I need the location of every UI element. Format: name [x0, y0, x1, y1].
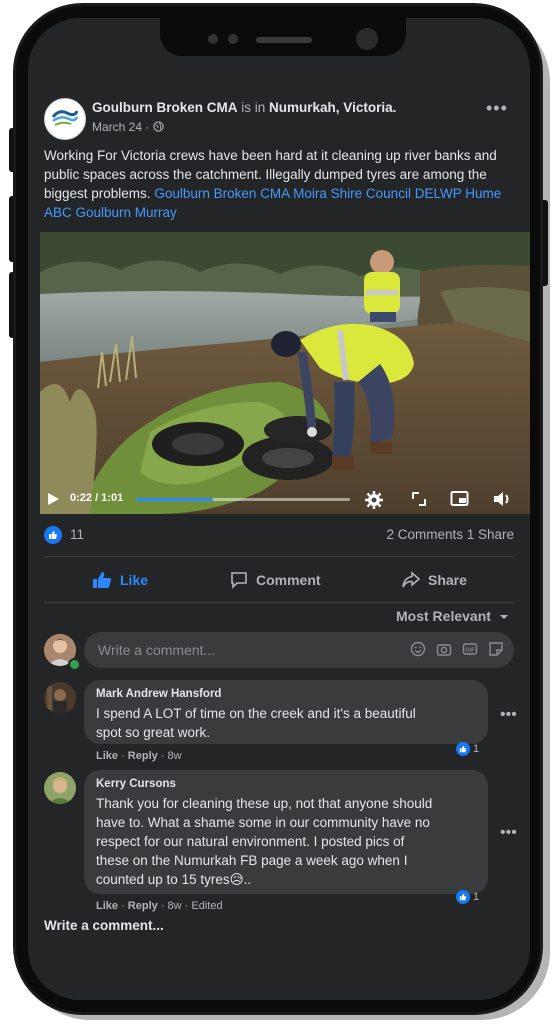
screen: Goulburn Broken CMA is in Numurkah, Vict…	[28, 18, 530, 1000]
write-comment-input[interactable]: Write a comment... GIF	[84, 632, 514, 668]
sticker-icon[interactable]	[488, 641, 504, 657]
comment-reply-link[interactable]: Reply	[128, 750, 158, 762]
globe-icon	[153, 121, 164, 132]
is-in-text: is in	[241, 100, 266, 115]
comment-bubble: Kerry Cursons Thank you for cleaning the…	[84, 770, 488, 894]
comment-reaction[interactable]: 1	[456, 890, 479, 904]
earpiece-speaker	[256, 37, 312, 43]
like-reaction-icon	[456, 890, 470, 904]
comment-like-link[interactable]: Like	[96, 750, 118, 762]
share-button[interactable]: Share	[402, 566, 467, 594]
volume-icon[interactable]	[492, 490, 512, 508]
divider	[44, 556, 514, 557]
like-count[interactable]: 11	[70, 527, 84, 542]
divider	[44, 602, 514, 603]
page-name[interactable]: Goulburn Broken CMA	[92, 100, 238, 115]
front-camera	[356, 28, 378, 50]
post-text: Working For Victoria crews have been har…	[44, 146, 512, 222]
comment-meta: Like · Reply · 8w	[96, 750, 182, 762]
reaction-count: 1	[473, 743, 480, 755]
online-status-dot	[68, 658, 81, 671]
comment-line: I spend A LOT of time on the creek and i…	[96, 706, 416, 721]
write-comment-placeholder: Write a comment...	[98, 642, 216, 658]
sort-label: Most Relevant	[396, 608, 491, 624]
comment-time[interactable]: · 8w	[161, 750, 182, 762]
picture-in-picture-icon[interactable]	[450, 490, 470, 508]
video-frame	[40, 232, 530, 514]
write-comment-link[interactable]: Write a comment...	[44, 918, 164, 933]
video-player[interactable]: 0:22 / 1:01	[40, 232, 530, 514]
like-reaction-icon[interactable]	[44, 526, 62, 544]
video-controls: 0:22 / 1:01	[40, 484, 530, 514]
like-reaction-icon	[456, 742, 470, 756]
comment-line: these on the Numurkah FB page a week ago…	[96, 853, 408, 868]
date-text[interactable]: March 24 ·	[92, 120, 149, 134]
phone-notch	[160, 18, 406, 56]
comments-shares-count[interactable]: 2 Comments 1 Share	[386, 527, 514, 542]
commenter-avatar[interactable]	[44, 772, 76, 804]
fullscreen-icon[interactable]	[410, 490, 428, 508]
reaction-count: 1	[473, 891, 480, 903]
commenter-name[interactable]: Mark Andrew Hansford	[96, 688, 221, 700]
like-button[interactable]: Like	[92, 566, 148, 594]
play-icon[interactable]	[46, 492, 60, 506]
comment-text: I spend A LOT of time on the creek and i…	[96, 704, 416, 742]
comment-bubble-icon	[231, 572, 247, 589]
comment-line: have to. What a shame some in our commun…	[96, 815, 430, 830]
comment-line: Thank you for cleaning these up, not tha…	[96, 796, 433, 811]
sensor-dot	[208, 34, 218, 44]
comment-label: Comment	[256, 572, 321, 588]
comment-more-icon[interactable]: •••	[500, 824, 517, 842]
gif-icon[interactable]: GIF	[462, 641, 478, 657]
commenter-avatar[interactable]	[44, 682, 76, 714]
commenter-name[interactable]: Kerry Cursons	[96, 778, 176, 790]
page-location-line: Goulburn Broken CMA is in Numurkah, Vict…	[92, 100, 396, 115]
thumbs-up-icon	[93, 572, 112, 588]
comment-reply-link[interactable]: Reply	[128, 900, 158, 912]
sensor-dot	[228, 34, 238, 44]
camera-icon[interactable]	[436, 641, 452, 657]
comment-line: counted up to 15 tyres😥..	[96, 872, 252, 887]
sort-comments-dropdown[interactable]: Most Relevant	[396, 608, 509, 624]
settings-gear-icon[interactable]	[364, 490, 384, 510]
video-time: 0:22 / 1:01	[70, 492, 124, 504]
post-header: Goulburn Broken CMA is in Numurkah, Vict…	[44, 96, 514, 140]
like-label: Like	[120, 572, 149, 588]
video-progress-bar[interactable]	[136, 498, 350, 501]
comment-more-icon[interactable]: •••	[500, 706, 517, 724]
comment-reaction[interactable]: 1	[456, 742, 479, 756]
share-arrow-icon	[402, 571, 420, 588]
emoji-icon[interactable]	[410, 641, 426, 657]
svg-text:GIF: GIF	[465, 648, 475, 654]
comment-input-icons: GIF	[410, 641, 504, 657]
page-avatar[interactable]	[44, 98, 86, 140]
more-horizontal-icon[interactable]: •••	[486, 98, 508, 119]
comment-like-link[interactable]: Like	[96, 900, 118, 912]
post-date[interactable]: March 24 ·	[92, 120, 164, 134]
chevron-down-icon	[499, 615, 508, 619]
comment-button[interactable]: Comment	[230, 566, 321, 594]
reactions-summary: 11 2 Comments 1 Share	[44, 524, 514, 546]
comment-line: respect for our natural environment. I p…	[96, 834, 405, 849]
share-label: Share	[428, 572, 467, 588]
comment-text: Thank you for cleaning these up, not tha…	[96, 794, 432, 889]
comment-meta: Like · Reply · 8w · Edited	[96, 900, 223, 912]
comment-bubble: Mark Andrew Hansford I spend A LOT of ti…	[84, 680, 488, 744]
phone-power-button	[540, 200, 548, 286]
comment-time[interactable]: · 8w · Edited	[161, 900, 223, 912]
location-link[interactable]: Numurkah, Victoria.	[269, 100, 396, 115]
post-actions: Like Comment Share	[44, 566, 514, 594]
comment-line: spot so great work.	[96, 725, 211, 740]
video-progress-fill	[136, 498, 214, 501]
